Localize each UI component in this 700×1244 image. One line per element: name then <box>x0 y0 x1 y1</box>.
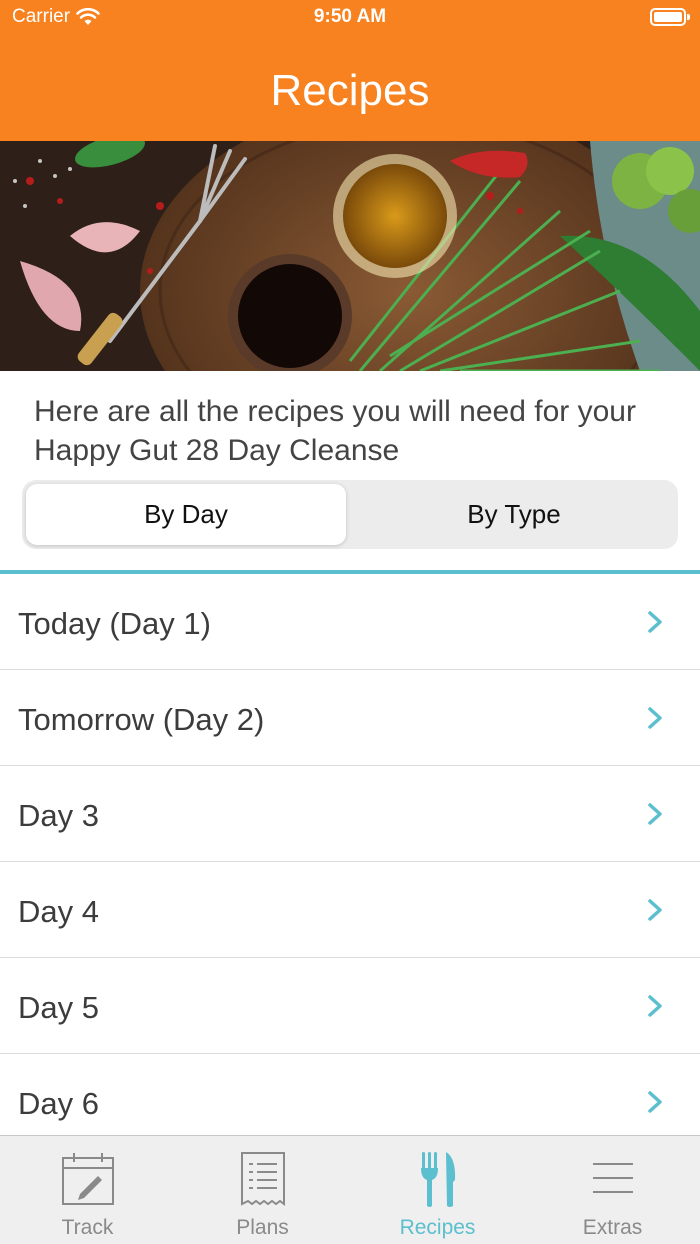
status-time: 9:50 AM <box>313 6 387 27</box>
segment-by-day[interactable]: By Day <box>26 484 346 545</box>
view-mode-segmented-control: By Day By Type <box>22 480 678 549</box>
tab-extras[interactable]: Extras <box>525 1136 700 1244</box>
chevron-right-icon <box>648 707 662 729</box>
day-list: Today (Day 1) Tomorrow (Day 2) Day 3 Day… <box>0 574 700 1150</box>
tab-track[interactable]: Track <box>0 1136 175 1244</box>
tab-label: Extras <box>582 1216 643 1239</box>
tab-bar: Track Plans Recipes Extras <box>0 1135 700 1244</box>
tab-plans[interactable]: Plans <box>175 1136 350 1244</box>
chevron-right-icon <box>648 899 662 921</box>
receipt-list-icon <box>241 1152 285 1206</box>
list-item-label: Today (Day 1) <box>18 606 211 641</box>
list-item-label: Day 5 <box>18 990 99 1025</box>
status-bar: Carrier 9:50 AM <box>0 0 700 36</box>
list-item-day-1[interactable]: Today (Day 1) <box>0 574 700 670</box>
tab-label: Track <box>61 1216 114 1239</box>
fork-knife-icon <box>421 1152 456 1207</box>
list-item-label: Day 3 <box>18 798 99 833</box>
list-item-day-2[interactable]: Tomorrow (Day 2) <box>0 670 700 766</box>
navigation-bar: Recipes <box>0 36 700 141</box>
tab-recipes[interactable]: Recipes <box>350 1136 525 1244</box>
calendar-edit-icon <box>62 1153 114 1205</box>
list-item-label: Day 4 <box>18 894 99 929</box>
list-item-day-4[interactable]: Day 4 <box>0 862 700 958</box>
chevron-right-icon <box>648 611 662 633</box>
segment-by-type[interactable]: By Type <box>354 484 674 545</box>
chevron-right-icon <box>648 1091 662 1113</box>
list-item-label: Tomorrow (Day 2) <box>18 702 265 737</box>
page-title: Recipes <box>270 66 430 115</box>
list-item-label: Day 6 <box>18 1086 99 1121</box>
hero-food-image <box>0 141 700 371</box>
list-item-day-3[interactable]: Day 3 <box>0 766 700 862</box>
list-item-day-5[interactable]: Day 5 <box>0 958 700 1054</box>
intro-text: Here are all the recipes you will need f… <box>34 395 636 467</box>
hero-food-illustration <box>0 141 700 371</box>
tab-label: Recipes <box>399 1216 476 1239</box>
chevron-right-icon <box>648 803 662 825</box>
tab-label: Plans <box>236 1216 289 1239</box>
battery-icon <box>650 8 690 26</box>
chevron-right-icon <box>648 995 662 1017</box>
menu-lines-icon <box>593 1163 633 1193</box>
